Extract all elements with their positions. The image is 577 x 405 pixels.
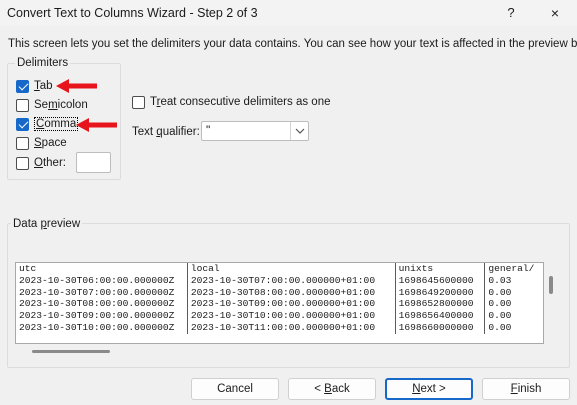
space-checkbox[interactable]	[16, 136, 29, 150]
preview-row: 2023-10-30T09:00:00.000000Z 2023-10-30T10…	[16, 310, 543, 322]
comma-label: Comma	[34, 117, 79, 131]
red-arrow-icon	[76, 118, 117, 132]
preview-row: 2023-10-30T08:00:00.000000Z 2023-10-30T09…	[16, 298, 543, 311]
title-bar: Convert Text to Columns Wizard - Step 2 …	[0, 0, 577, 26]
space-checkbox-row[interactable]: Space	[16, 135, 67, 151]
semicolon-checkbox[interactable]	[16, 98, 29, 112]
preview-cell: 2023-10-30T06:00:00.000000Z	[16, 274, 188, 287]
preview-row: 2023-10-30T10:00:00.000000Z 2023-10-30T11…	[16, 321, 543, 334]
preview-cell: 2023-10-30T10:00:00.000000Z	[16, 321, 188, 334]
preview-cell: 0.00	[488, 298, 512, 310]
tab-label: Tab	[34, 80, 53, 92]
text-qualifier-select[interactable]: "	[201, 121, 309, 141]
preview-cell: 0.00	[488, 321, 512, 333]
preview-cell: local	[187, 263, 396, 275]
instructions-text: This screen lets you set the delimiters …	[8, 38, 577, 50]
preview-cell: 2023-10-30T07:00:00.000000Z	[16, 286, 188, 299]
close-button[interactable]: ×	[541, 2, 569, 24]
delimiters-legend: Delimiters	[15, 57, 71, 69]
finish-button[interactable]: Finish	[482, 378, 570, 400]
preview-cell: 1698649200000	[395, 286, 486, 299]
preview-cell: 1698656400000	[395, 310, 486, 322]
tab-checkbox[interactable]	[16, 79, 29, 93]
other-checkbox-row[interactable]: Other:	[16, 155, 66, 171]
preview-cell: 2023-10-30T09:00:00.000000+01:00	[187, 298, 396, 311]
data-preview-legend: Data preview	[11, 218, 83, 230]
red-arrow-icon	[56, 79, 97, 93]
help-button[interactable]: ?	[499, 2, 523, 24]
preview-cell: 0.00	[488, 286, 512, 298]
tab-checkbox-row[interactable]: Tab	[16, 78, 53, 94]
consecutive-label: Treat consecutive delimiters as one	[150, 96, 331, 108]
text-qualifier-label: Text qualifier:	[132, 126, 200, 138]
space-label: Space	[34, 137, 67, 149]
preview-cell: 0.03	[488, 274, 512, 286]
cancel-button[interactable]: Cancel	[191, 378, 279, 400]
preview-cell: 2023-10-30T08:00:00.000000Z	[16, 298, 188, 311]
preview-row: 2023-10-30T06:00:00.000000Z 2023-10-30T07…	[16, 274, 543, 287]
preview-cell: 0.00	[488, 310, 512, 322]
preview-cell: general/	[488, 263, 535, 274]
semicolon-checkbox-row[interactable]: Semicolon	[16, 97, 88, 113]
semicolon-label: Semicolon	[34, 99, 88, 111]
other-checkbox[interactable]	[16, 156, 29, 170]
text-qualifier-value: "	[206, 123, 211, 137]
preview-cell: 1698660000000	[395, 321, 486, 334]
preview-table: utc local unixts general/2023-10-30T06:00:0…	[16, 263, 543, 334]
comma-checkbox-row[interactable]: Comma	[16, 116, 79, 132]
data-preview-grid[interactable]: utc local unixts general/2023-10-30T06:00:0…	[15, 262, 544, 344]
preview-cell: 2023-10-30T07:00:00.000000+01:00	[187, 274, 396, 287]
preview-vertical-scrollbar[interactable]	[549, 276, 553, 294]
other-delimiter-input[interactable]	[76, 152, 111, 173]
preview-cell: 1698645600000	[395, 274, 486, 287]
comma-checkbox[interactable]	[16, 117, 29, 131]
preview-cell: 1698652800000	[395, 298, 486, 311]
preview-row: 2023-10-30T07:00:00.000000Z 2023-10-30T08…	[16, 286, 543, 299]
window-title: Convert Text to Columns Wizard - Step 2 …	[7, 6, 258, 20]
next-button[interactable]: Next >	[385, 378, 473, 400]
preview-cell: unixts	[395, 263, 486, 275]
chevron-down-icon[interactable]	[290, 122, 308, 140]
preview-cell: 2023-10-30T11:00:00.000000+01:00	[187, 321, 396, 334]
consecutive-checkbox[interactable]	[132, 95, 145, 109]
preview-cell: 2023-10-30T10:00:00.000000+01:00	[187, 310, 396, 322]
preview-cell: 2023-10-30T09:00:00.000000Z	[16, 310, 188, 322]
preview-row: utc local unixts general/	[16, 263, 543, 275]
preview-horizontal-scrollbar[interactable]	[32, 350, 110, 353]
preview-cell: utc	[16, 263, 188, 275]
other-label: Other:	[34, 157, 66, 169]
consecutive-checkbox-row[interactable]: Treat consecutive delimiters as one	[132, 94, 331, 110]
back-button[interactable]: < Back	[288, 378, 376, 400]
preview-cell: 2023-10-30T08:00:00.000000+01:00	[187, 286, 396, 299]
